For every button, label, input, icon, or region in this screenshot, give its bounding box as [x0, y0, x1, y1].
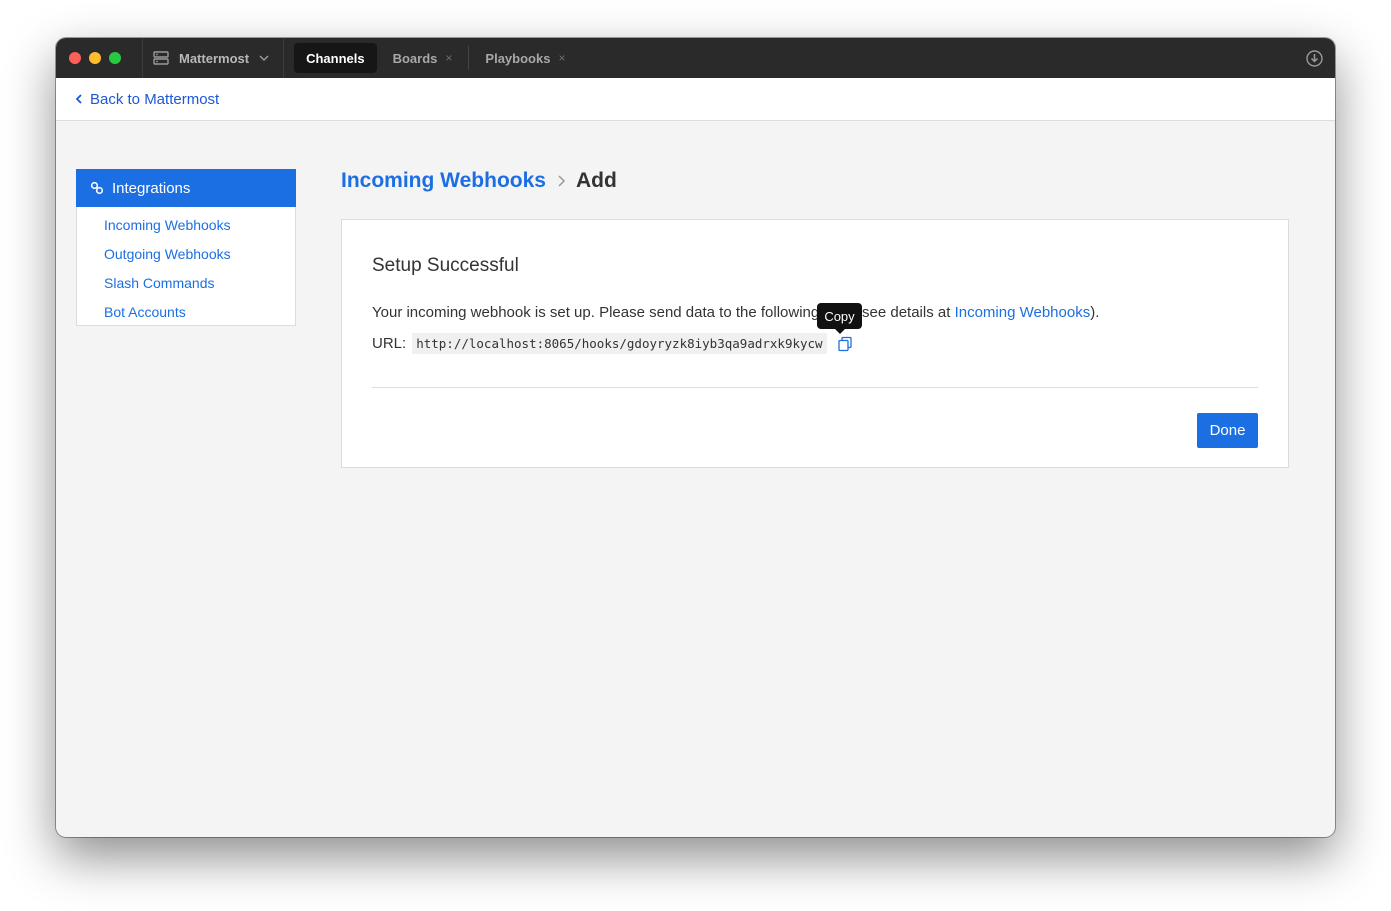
tab-label: Playbooks — [485, 50, 551, 66]
tab-playbooks[interactable]: Playbooks × — [473, 43, 577, 73]
back-bar: Back to Mattermost — [56, 78, 1335, 121]
sidebar-item-slash-commands[interactable]: Slash Commands — [77, 269, 295, 298]
url-row: URL: http://localhost:8065/hooks/gdoyryz… — [372, 333, 853, 354]
close-tab-icon[interactable]: × — [445, 51, 452, 65]
back-label: Back to Mattermost — [90, 90, 220, 108]
server-icon — [153, 51, 169, 65]
message-text: Your incoming webhook is set up. Please … — [372, 304, 955, 321]
copy-tooltip: Copy — [817, 303, 862, 334]
chevron-down-icon — [259, 55, 269, 62]
breadcrumb: Incoming Webhooks Add — [341, 169, 617, 193]
divider — [372, 387, 1258, 388]
app-window: Mattermost Channels Boards × Playbooks × — [56, 38, 1335, 837]
server-name: Mattermost — [179, 50, 250, 66]
integrations-sidebar: Integrations Incoming Webhooks Outgoing … — [76, 169, 296, 326]
maximize-window-button[interactable] — [109, 52, 121, 64]
sidebar-header-label: Integrations — [112, 179, 191, 197]
back-to-mattermost-link[interactable]: Back to Mattermost — [75, 91, 219, 108]
sidebar-list: Incoming Webhooks Outgoing Webhooks Slas… — [77, 207, 295, 327]
panel-title: Setup Successful — [372, 255, 519, 276]
server-switcher[interactable]: Mattermost — [142, 38, 285, 78]
setup-message: Your incoming webhook is set up. Please … — [372, 304, 1099, 321]
window-controls — [56, 52, 142, 64]
sidebar-header[interactable]: Integrations — [76, 169, 296, 207]
download-icon[interactable] — [1306, 50, 1323, 67]
copy-icon[interactable] — [837, 336, 853, 352]
tab-label: Channels — [306, 50, 365, 66]
tab-channels[interactable]: Channels — [294, 43, 377, 73]
breadcrumb-incoming-webhooks-link[interactable]: Incoming Webhooks — [341, 169, 546, 193]
chevron-right-icon — [558, 175, 566, 187]
incoming-webhooks-link[interactable]: Incoming Webhooks — [955, 304, 1091, 321]
webhook-url[interactable]: http://localhost:8065/hooks/gdoyryzk8iyb… — [412, 333, 827, 354]
setup-panel: Setup Successful Your incoming webhook i… — [341, 219, 1289, 468]
chevron-left-icon — [75, 94, 82, 104]
tab-boards[interactable]: Boards × — [381, 43, 465, 73]
link-icon — [90, 181, 104, 195]
url-label: URL: — [372, 335, 407, 352]
sidebar-item-outgoing-webhooks[interactable]: Outgoing Webhooks — [77, 240, 295, 269]
close-tab-icon[interactable]: × — [558, 51, 565, 65]
sidebar-item-bot-accounts[interactable]: Bot Accounts — [77, 298, 295, 327]
page-title: Add — [575, 169, 617, 192]
tab-label: Boards — [392, 50, 438, 66]
title-bar: Mattermost Channels Boards × Playbooks × — [56, 38, 1335, 78]
minimize-window-button[interactable] — [89, 52, 101, 64]
tab-bar: Channels Boards × Playbooks × — [284, 43, 577, 73]
done-button[interactable]: Done — [1197, 413, 1258, 448]
message-text-end: ). — [1090, 304, 1100, 321]
tab-divider — [468, 46, 470, 70]
close-window-button[interactable] — [69, 52, 81, 64]
sidebar-item-incoming-webhooks[interactable]: Incoming Webhooks — [77, 211, 295, 240]
